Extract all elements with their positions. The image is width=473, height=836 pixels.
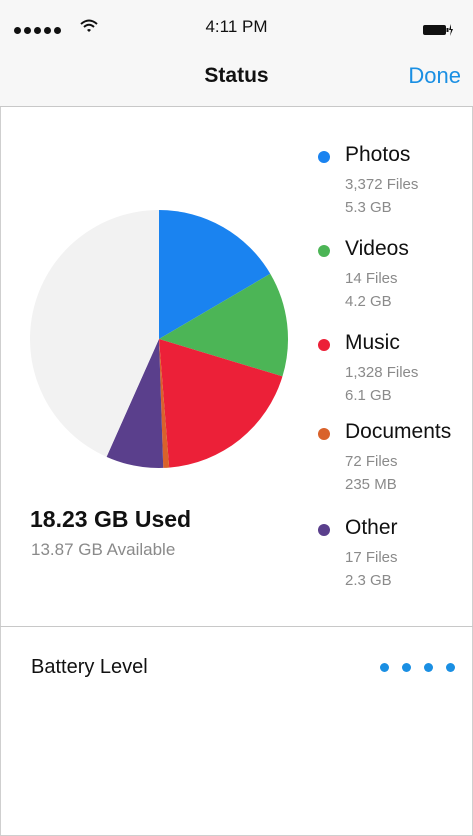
music-color-dot	[318, 339, 330, 351]
photos-color-dot	[318, 151, 330, 163]
legend-size: 5.3 GB	[345, 199, 392, 216]
legend-size: 2.3 GB	[345, 572, 392, 589]
legend-files: 17 Files	[345, 549, 398, 566]
videos-color-dot	[318, 245, 330, 257]
legend-files: 3,372 Files	[345, 176, 419, 193]
battery-level-indicator	[380, 663, 455, 672]
legend-label: Videos	[345, 237, 409, 260]
status-time: 4:11 PM	[205, 17, 268, 36]
battery-dot	[424, 663, 433, 672]
battery-dot	[380, 663, 389, 672]
section-divider	[0, 626, 473, 627]
legend-size: 235 MB	[345, 476, 397, 493]
battery-level-label: Battery Level	[31, 656, 148, 678]
storage-available: 13.87 GB Available	[31, 540, 176, 559]
legend-files: 1,328 Files	[345, 364, 419, 381]
legend-label: Other	[345, 516, 398, 539]
legend-label: Documents	[345, 420, 452, 443]
other-color-dot	[318, 524, 330, 536]
battery-dot	[402, 663, 411, 672]
storage-pie-chart	[30, 210, 288, 468]
done-button[interactable]: Done	[408, 63, 461, 89]
battery-charging-icon	[423, 24, 453, 36]
battery-dot	[446, 663, 455, 672]
legend-size: 4.2 GB	[345, 293, 392, 310]
legend-label: Photos	[345, 143, 411, 166]
storage-used: 18.23 GB Used	[30, 506, 192, 532]
legend-size: 6.1 GB	[345, 387, 392, 404]
status-bar: 4:11 PM	[0, 0, 473, 42]
legend-label: Music	[345, 331, 400, 354]
legend-files: 72 Files	[345, 453, 398, 470]
navigation-bar: Status Done	[0, 42, 473, 107]
legend-files: 14 Files	[345, 270, 398, 287]
documents-color-dot	[318, 428, 330, 440]
page-title: Status	[204, 64, 269, 87]
